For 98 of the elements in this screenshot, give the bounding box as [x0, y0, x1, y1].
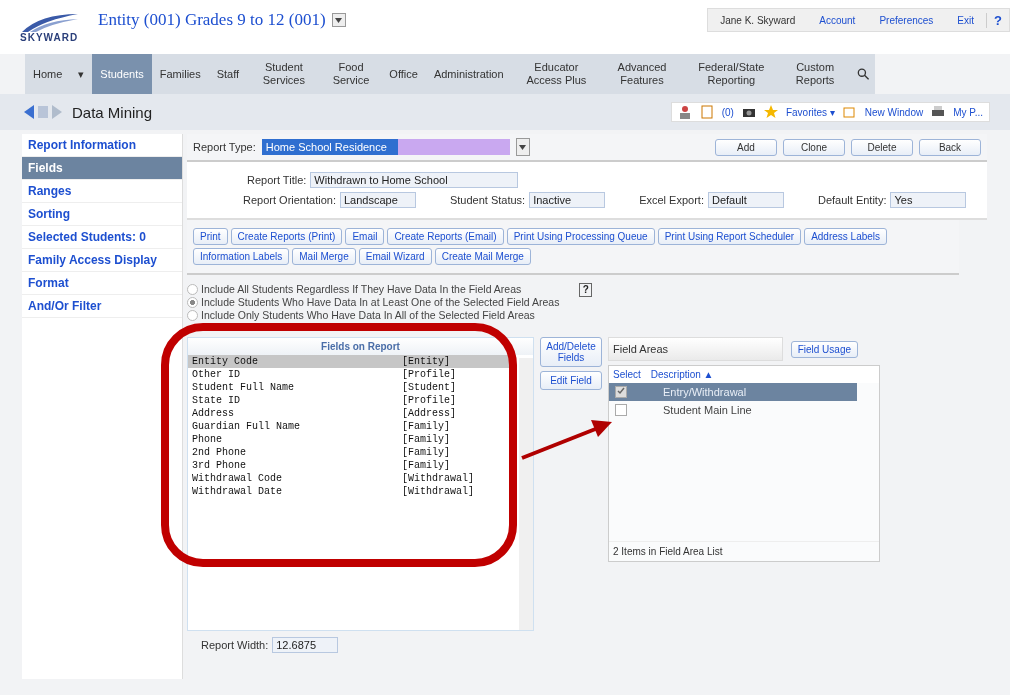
- star-icon[interactable]: [763, 105, 778, 119]
- field-label: Student Status:: [449, 194, 526, 206]
- action-button[interactable]: Address Labels: [804, 228, 888, 245]
- sidebar-item[interactable]: Sorting: [22, 203, 182, 226]
- header-link[interactable]: Jane K. Skyward: [708, 14, 808, 26]
- printer-icon[interactable]: [931, 105, 946, 119]
- field-row[interactable]: Student Full Name [Student]: [188, 381, 516, 394]
- setting-field[interactable]: Landscape: [339, 192, 416, 208]
- checkbox[interactable]: [615, 386, 627, 398]
- field-row[interactable]: Guardian Full Name [Family]: [188, 420, 516, 433]
- count-text: (0): [721, 106, 734, 118]
- toolbar-button[interactable]: Delete: [851, 138, 913, 156]
- field-label: Excel Export:: [639, 194, 704, 206]
- nav-tab[interactable]: Educator Access Plus: [511, 54, 602, 94]
- nav-tab[interactable]: Families: [151, 54, 209, 94]
- sidebar-item[interactable]: Ranges: [22, 180, 182, 203]
- field-row[interactable]: 3rd Phone [Family]: [188, 459, 516, 472]
- sidebar-item[interactable]: And/Or Filter: [22, 295, 182, 318]
- action-button[interactable]: Mail Merge: [292, 248, 356, 265]
- caret-icon: [519, 144, 527, 150]
- report-type-label: Report Type:: [193, 141, 256, 153]
- field-button[interactable]: Add/Delete Fields: [540, 337, 602, 367]
- new-window-link[interactable]: New Window: [864, 106, 924, 118]
- header-link[interactable]: Exit: [945, 14, 986, 26]
- radio-button[interactable]: [187, 283, 198, 295]
- action-button[interactable]: Print Using Report Scheduler: [657, 228, 802, 245]
- report-title-field[interactable]: Withdrawn to Home School: [310, 172, 519, 188]
- action-button[interactable]: Email: [345, 228, 385, 245]
- panel-title: Fields on Report: [188, 338, 533, 355]
- radio-button[interactable]: [187, 309, 198, 321]
- help-button[interactable]: ?: [986, 12, 1009, 28]
- page-title: Data Mining: [72, 103, 153, 121]
- field-row[interactable]: Withdrawal Date [Withdrawal]: [188, 485, 516, 498]
- scrollbar[interactable]: [519, 358, 533, 630]
- navigation-arrows-icon[interactable]: [24, 105, 64, 119]
- field-row[interactable]: State ID [Profile]: [188, 394, 516, 407]
- action-button[interactable]: Print: [193, 228, 228, 245]
- sidebar-item[interactable]: Family Access Display: [22, 249, 182, 272]
- sidebar-item[interactable]: Fields: [22, 157, 182, 180]
- field-label: Default Entity:: [817, 194, 887, 206]
- action-button[interactable]: Print Using Processing Queue: [506, 228, 655, 245]
- dropdown-button[interactable]: [331, 13, 346, 27]
- field-row[interactable]: Phone [Family]: [188, 433, 516, 446]
- panel-title: Field Areas: [608, 337, 783, 361]
- toolbar-button[interactable]: Clone: [783, 138, 845, 156]
- column-header[interactable]: Description ▲: [650, 369, 714, 380]
- field-row[interactable]: Withdrawal Code [Withdrawal]: [188, 472, 516, 485]
- search-icon[interactable]: [856, 67, 869, 81]
- toolbar-button[interactable]: Back: [919, 138, 981, 156]
- action-button[interactable]: Create Mail Merge: [434, 248, 531, 265]
- action-button[interactable]: Create Reports (Print): [230, 228, 343, 245]
- table-cell[interactable]: Student Main Line: [663, 404, 752, 416]
- column-header[interactable]: Select: [613, 369, 641, 380]
- report-type-dropdown[interactable]: Home School Residence: [261, 139, 510, 155]
- option-label: Include Students Who Have Data In at Least One of the Selected Field Areas: [201, 296, 560, 308]
- toolbar-button[interactable]: Add: [715, 138, 777, 156]
- print-queue-link[interactable]: My P...: [953, 106, 983, 118]
- item-count: 2 Items in Field Area List: [609, 541, 879, 561]
- nav-tab[interactable]: Advanced Features: [601, 54, 683, 94]
- field-label: Report Title:: [247, 174, 307, 186]
- nav-tab[interactable]: Food Service: [320, 54, 382, 94]
- action-button[interactable]: Information Labels: [193, 248, 290, 265]
- radio-button[interactable]: [187, 296, 198, 308]
- field-button[interactable]: Edit Field: [540, 371, 602, 390]
- setting-field[interactable]: Yes: [890, 192, 967, 208]
- action-button[interactable]: Create Reports (Email): [387, 228, 504, 245]
- field-row[interactable]: 2nd Phone [Family]: [188, 446, 516, 459]
- action-button[interactable]: Email Wizard: [358, 248, 432, 265]
- nav-tab[interactable]: ▾: [70, 54, 93, 94]
- favorites-link[interactable]: Favorites ▾: [785, 106, 835, 118]
- help-button[interactable]: ?: [579, 283, 593, 297]
- sidebar-item[interactable]: Format: [22, 272, 182, 295]
- caret-icon: [335, 17, 343, 23]
- header-link[interactable]: Preferences: [867, 14, 946, 26]
- setting-field[interactable]: Default: [707, 192, 784, 208]
- checkbox[interactable]: [615, 404, 627, 416]
- person-icon[interactable]: [677, 105, 692, 119]
- logo-text: SKYWARD: [20, 32, 80, 43]
- nav-tab[interactable]: Office: [381, 54, 426, 94]
- nav-tab[interactable]: Staff: [208, 54, 248, 94]
- nav-tab[interactable]: Student Services: [247, 54, 321, 94]
- header-link[interactable]: Account: [807, 14, 868, 26]
- nav-tab[interactable]: Administration: [425, 54, 512, 94]
- sidebar-item[interactable]: Selected Students: 0: [22, 226, 182, 249]
- field-label: Report Orientation:: [243, 194, 336, 206]
- option-label: Include Only Students Who Have Data In All of the Selected Field Areas: [201, 309, 535, 321]
- field-row[interactable]: Address [Address]: [188, 407, 516, 420]
- report-width-field[interactable]: 12.6875: [272, 637, 339, 653]
- field-usage-button[interactable]: Field Usage: [790, 340, 858, 358]
- nav-tab[interactable]: Federal/State Reporting: [682, 54, 780, 94]
- nav-tab[interactable]: Home: [25, 54, 71, 94]
- field-label: Report Width:: [201, 639, 269, 651]
- setting-field[interactable]: Inactive: [529, 192, 606, 208]
- option-label: Include All Students Regardless If They Have Data In the Field Areas: [201, 283, 522, 295]
- dropdown-button[interactable]: [515, 138, 530, 156]
- nav-tab[interactable]: Custom Reports: [779, 54, 851, 94]
- entity-title[interactable]: Entity (001) Grades 9 to 12 (001): [98, 10, 326, 30]
- field-row[interactable]: Other ID [Profile]: [188, 368, 516, 381]
